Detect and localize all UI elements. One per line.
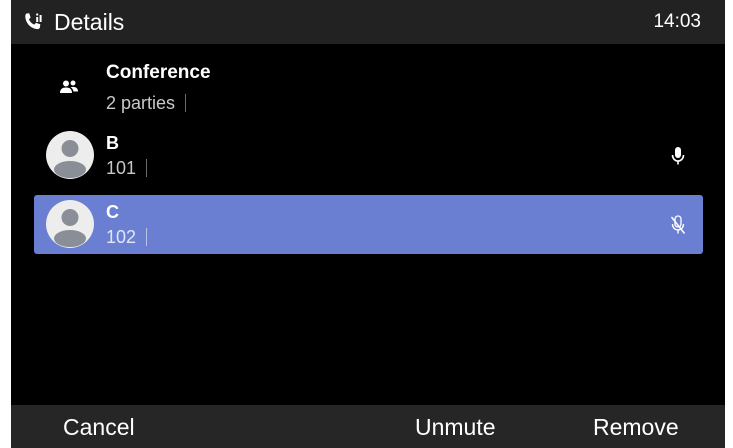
participant-row[interactable]: B 101 [34, 126, 703, 185]
microphone-off-icon [669, 214, 687, 236]
avatar [46, 131, 94, 179]
avatar [46, 200, 94, 248]
conference-name: Conference [106, 62, 211, 83]
group-icon [59, 79, 79, 95]
unmute-button[interactable]: Unmute [415, 413, 496, 441]
text-cursor [146, 228, 148, 246]
conference-parties-label: 2 parties [106, 93, 176, 113]
microphone-icon [669, 145, 687, 167]
clock: 14:03 [653, 11, 701, 32]
participant-number-label: 102 [106, 227, 137, 247]
details-screen: Details 14:03 Conference 2 parties B 101 [11, 0, 725, 448]
participant-name: C [106, 202, 119, 222]
participant-number: 102 [106, 226, 148, 248]
conference-parties: 2 parties [106, 92, 187, 114]
participant-name: B [106, 133, 119, 153]
cancel-button[interactable]: Cancel [63, 413, 135, 441]
softkey-bar: Cancel Unmute Remove [11, 405, 725, 448]
participant-row-selected[interactable]: C 102 [34, 195, 703, 254]
participant-number-label: 101 [106, 158, 137, 178]
phone-call-icon [21, 10, 45, 34]
text-cursor [146, 159, 148, 177]
title-bar: Details 14:03 [11, 0, 725, 44]
remove-button[interactable]: Remove [593, 413, 679, 441]
page-title: Details [54, 9, 125, 35]
text-cursor [185, 94, 187, 112]
participant-number: 101 [106, 157, 148, 179]
